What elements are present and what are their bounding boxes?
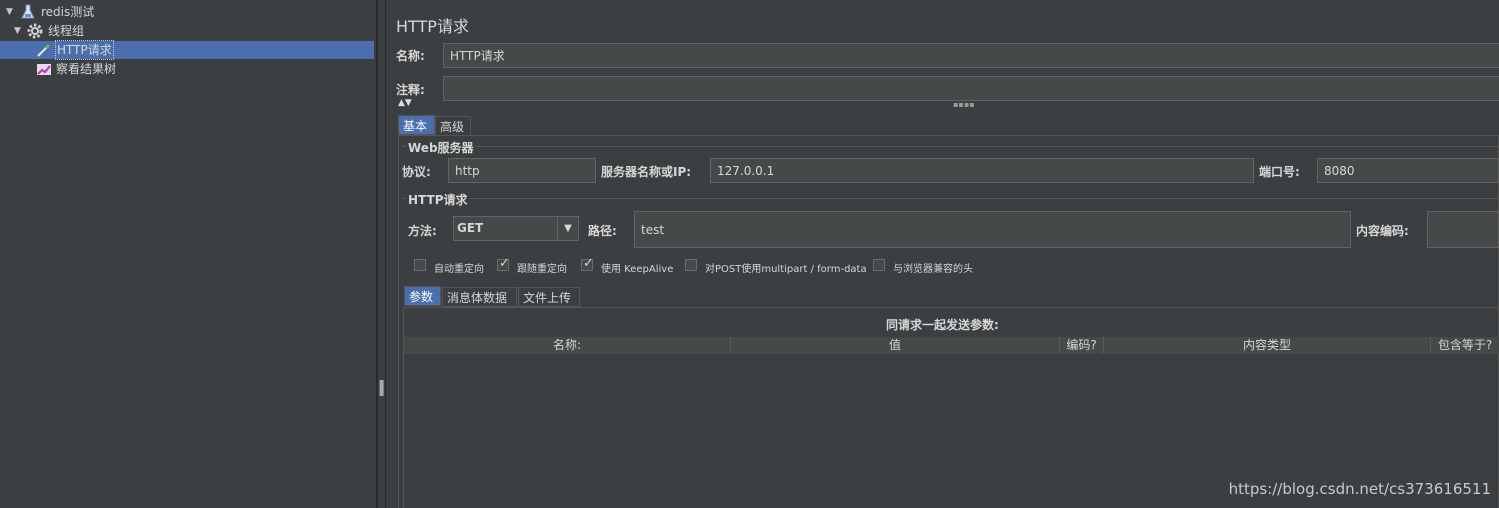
port-field[interactable] bbox=[1317, 158, 1499, 183]
path-field[interactable] bbox=[634, 211, 1351, 248]
column-header-include-equals[interactable]: 包含等于? bbox=[1431, 337, 1499, 354]
encoding-label: 内容编码: bbox=[1356, 224, 1409, 238]
keepalive-label: 使用 KeepAlive bbox=[601, 264, 674, 275]
split-pane-divider[interactable]: ▪ ▪ ▪ ▪ bbox=[377, 0, 386, 508]
protocol-field[interactable] bbox=[448, 158, 596, 183]
multipart-label: 对POST使用multipart / form-data bbox=[705, 264, 867, 275]
follow-redirect-label: 跟随重定向 bbox=[517, 264, 567, 275]
chevron-down-icon[interactable]: ▼ bbox=[557, 217, 578, 240]
tree-item-label: 察看结果树 bbox=[56, 62, 117, 76]
tree-item-label: HTTP请求 bbox=[55, 40, 114, 60]
comment-label: 注释: bbox=[396, 83, 425, 97]
server-field[interactable] bbox=[710, 158, 1254, 183]
name-label: 名称: bbox=[396, 49, 425, 63]
method-select[interactable]: GET ▼ bbox=[453, 216, 579, 241]
expand-arrow-icon[interactable]: ▼ bbox=[14, 22, 21, 40]
name-field[interactable] bbox=[443, 43, 1499, 68]
column-header-encode[interactable]: 编码? bbox=[1060, 337, 1104, 354]
grip-icon: ▪ ▪ ▪ ▪ bbox=[379, 377, 385, 398]
tree-item-label: redis测试 bbox=[41, 5, 95, 19]
test-plan-tree[interactable]: ▼ redis测试 ▼ 线程组 HTTP请求 察看结果树 bbox=[0, 0, 377, 508]
browser-headers-checkbox[interactable] bbox=[873, 259, 885, 271]
collapse-arrows-icon[interactable]: ▲▼ bbox=[398, 98, 412, 108]
method-label: 方法: bbox=[408, 224, 437, 238]
protocol-label: 协议: bbox=[402, 165, 431, 179]
port-label: 端口号: bbox=[1259, 165, 1300, 179]
column-header-value[interactable]: 值 bbox=[731, 337, 1060, 354]
browser-headers-label: 与浏览器兼容的头 bbox=[893, 264, 973, 275]
tree-item-label: 线程组 bbox=[48, 24, 85, 38]
tab-advanced[interactable]: 高级 bbox=[435, 116, 471, 136]
tree-item-test-plan[interactable]: ▼ redis测试 bbox=[0, 3, 376, 21]
tab-basic[interactable]: 基本 bbox=[398, 115, 435, 135]
panel-title: HTTP请求 bbox=[396, 17, 469, 36]
auto-redirect-checkbox[interactable] bbox=[414, 259, 426, 271]
parameters-caption: 同请求一起发送参数: bbox=[886, 318, 999, 332]
follow-redirect-checkbox[interactable]: ✓ bbox=[497, 256, 510, 271]
http-request-panel: HTTP请求 名称: 注释: ▲▼ ▪▪▪▪ 基本 高级 Web服务器 协议: … bbox=[386, 0, 1499, 508]
check-icon: ✓ bbox=[499, 256, 510, 271]
http-request-title: HTTP请求 bbox=[406, 191, 470, 208]
tree-item-http-request[interactable]: HTTP请求 bbox=[0, 40, 374, 60]
tab-parameters[interactable]: 参数 bbox=[404, 286, 441, 306]
expand-arrow-icon[interactable]: ▼ bbox=[6, 3, 13, 21]
multipart-checkbox[interactable] bbox=[685, 259, 697, 271]
encoding-field[interactable] bbox=[1427, 211, 1499, 248]
check-icon: ✓ bbox=[583, 256, 594, 271]
chart-icon bbox=[36, 61, 52, 77]
watermark-text: https://blog.csdn.net/cs373616511 bbox=[1228, 480, 1491, 498]
web-server-title: Web服务器 bbox=[406, 139, 476, 156]
pipette-icon bbox=[36, 42, 52, 58]
method-value: GET bbox=[457, 221, 484, 235]
tab-file-upload[interactable]: 文件上传 bbox=[518, 287, 580, 307]
test-plan-icon bbox=[20, 4, 36, 20]
server-label: 服务器名称或IP: bbox=[601, 165, 692, 179]
column-header-content-type[interactable]: 内容类型 bbox=[1104, 337, 1431, 354]
tree-item-thread-group[interactable]: ▼ 线程组 bbox=[0, 22, 376, 40]
keepalive-checkbox[interactable]: ✓ bbox=[581, 256, 594, 271]
column-header-name[interactable]: 名称: bbox=[404, 337, 731, 354]
auto-redirect-label: 自动重定向 bbox=[434, 264, 484, 275]
resize-grip-icon[interactable]: ▪▪▪▪ bbox=[953, 100, 975, 109]
gear-icon bbox=[27, 23, 43, 39]
comment-field[interactable] bbox=[443, 76, 1499, 101]
tab-body-data[interactable]: 消息体数据 bbox=[442, 287, 517, 307]
tree-item-view-results-tree[interactable]: 察看结果树 bbox=[0, 60, 376, 78]
path-label: 路径: bbox=[588, 224, 617, 238]
